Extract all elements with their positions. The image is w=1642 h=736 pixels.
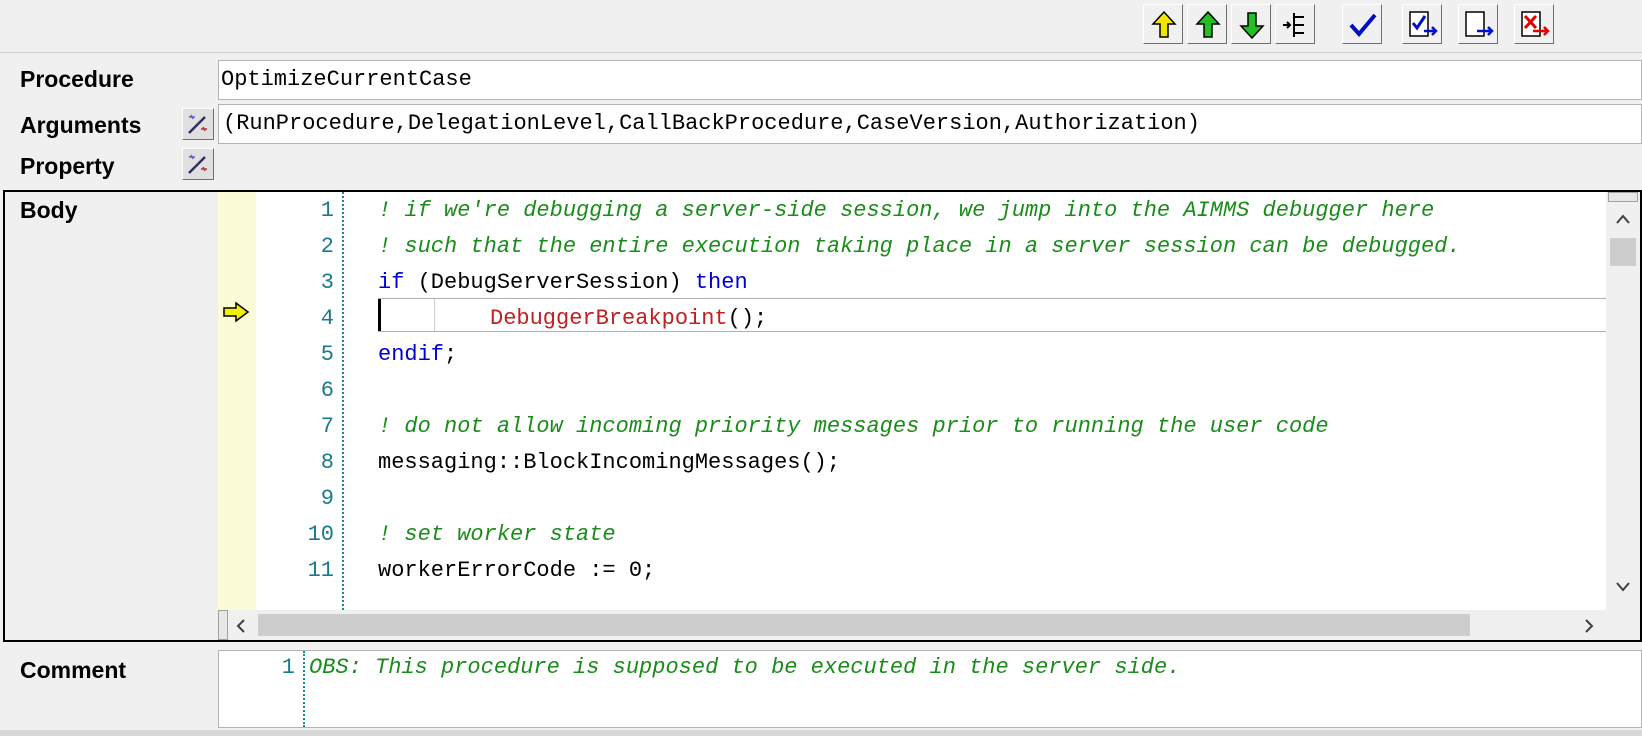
execution-pointer-icon [223,301,250,323]
code-line: ! such that the entire execution taking … [378,234,1461,259]
code-line: endif; [378,336,457,374]
comment-label: Comment [20,657,127,683]
code-editor[interactable]: ! if we're debugging a server-side sessi… [344,192,1606,610]
line-number: 7 [320,414,334,439]
line-number: 1 [281,655,295,680]
indent-guide [434,299,435,331]
check-commit-button[interactable] [1402,4,1442,44]
body-label: Body [20,197,78,223]
code-text: ; [444,342,458,367]
chevron-left-icon[interactable] [234,617,248,635]
arguments-wizard-button[interactable] [182,108,214,140]
code-text: (DebugServerSession) [404,270,695,295]
code-line: ! do not allow incoming priority message… [378,414,1329,439]
vertical-scrollbar[interactable] [1606,192,1640,610]
breakpoint-gutter[interactable] [218,192,257,610]
outline-button[interactable] [1275,4,1315,44]
horizontal-scroll-thumb[interactable] [258,614,1470,636]
text-cursor [378,299,381,331]
line-number: 10 [307,522,334,547]
code-line: ! set worker state [378,522,616,547]
function-name: DebuggerBreakpoint [490,306,728,331]
arrow-up-green-icon [1195,10,1221,38]
arguments-field[interactable]: (RunProcedure,DelegationLevel,CallBackPr… [218,104,1642,144]
toolbar [0,0,1642,52]
check-button[interactable] [1342,4,1382,44]
arrow-down-green-icon [1239,12,1265,40]
comment-text: OBS: This procedure is supposed to be ex… [309,655,1181,680]
check-commit-icon [1409,11,1438,37]
tree-outline-icon [1283,13,1304,37]
move-down-button[interactable] [1231,4,1271,44]
chevron-right-icon[interactable] [1582,617,1596,635]
code-line: if (DebugServerSession) then [378,264,748,302]
toolbar-divider [0,52,1642,53]
keyword: endif [378,342,445,367]
line-number: 11 [307,558,334,583]
line-number: 6 [320,378,334,403]
procedure-name-field[interactable]: OptimizeCurrentCase [218,60,1642,100]
comment-editor[interactable]: 1 OBS: This procedure is supposed to be … [218,650,1642,728]
discard-icon [1521,11,1550,37]
magic-wand-icon [188,114,207,134]
line-numbers: 1 2 3 4 5 6 7 8 9 10 11 [256,192,344,610]
vertical-scroll-thumb[interactable] [1610,238,1636,266]
code-line: DebuggerBreakpoint(); [490,300,767,338]
move-up-level-button[interactable] [1143,4,1183,44]
keyword: if [378,270,405,295]
code-line: messaging::BlockIncomingMessages(); [378,450,841,475]
line-number: 4 [320,306,334,331]
code-text: (); [727,306,768,331]
discard-button[interactable] [1514,4,1554,44]
line-number: 3 [320,270,334,295]
line-number: 2 [320,234,334,259]
code-line: workerErrorCode := 0; [378,558,656,583]
line-number: 9 [320,486,334,511]
chevron-down-icon[interactable] [1614,580,1632,594]
keyword: then [694,270,748,295]
property-label: Property [20,153,115,179]
property-field[interactable] [218,146,1642,184]
splitter-handle[interactable] [218,610,228,640]
commit-icon [1465,11,1494,37]
line-number: 8 [320,450,334,475]
line-number: 1 [320,198,334,223]
magic-wand-icon [188,154,207,174]
checkmark-icon [1349,13,1377,38]
bottom-border [0,730,1642,736]
procedure-label: Procedure [20,66,134,92]
horizontal-scrollbar[interactable] [218,610,1606,640]
comment-line-numbers: 1 [219,651,305,727]
line-number: 5 [320,342,334,367]
property-wizard-button[interactable] [182,148,214,180]
move-up-button[interactable] [1187,4,1227,44]
chevron-up-icon[interactable] [1614,212,1632,226]
arguments-label: Arguments [20,112,142,138]
commit-button[interactable] [1458,4,1498,44]
code-line: ! if we're debugging a server-side sessi… [378,198,1435,223]
arrow-up-left-yellow-icon [1151,10,1177,38]
splitter-handle[interactable] [1608,192,1638,202]
